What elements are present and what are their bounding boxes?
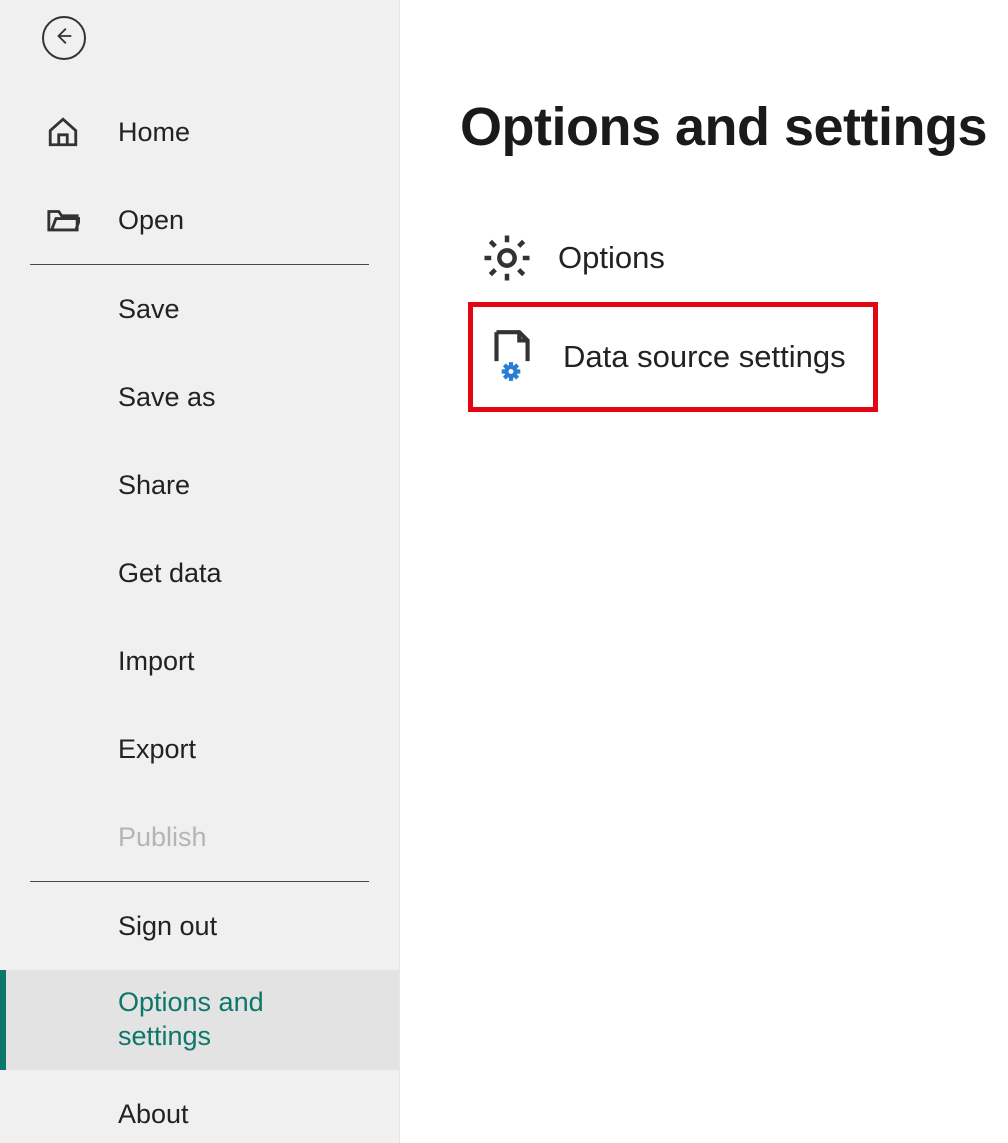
sidebar-item-label: Import	[118, 646, 195, 677]
arrow-left-icon	[53, 25, 75, 52]
folder-open-icon	[46, 205, 118, 235]
option-data-source-settings[interactable]: Data source settings	[477, 313, 869, 401]
back-button[interactable]	[42, 16, 86, 60]
sidebar-item-label: Get data	[118, 558, 222, 589]
sidebar-item-label: Export	[118, 734, 196, 765]
sidebar-item-save-as[interactable]: Save as	[0, 353, 399, 441]
option-options[interactable]: Options	[460, 214, 1008, 302]
document-gear-icon	[485, 328, 563, 386]
sidebar-item-publish: Publish	[0, 793, 399, 881]
sidebar-item-export[interactable]: Export	[0, 705, 399, 793]
sidebar-item-sign-out[interactable]: Sign out	[0, 882, 399, 970]
highlight-annotation: Data source settings	[468, 302, 878, 412]
sidebar-item-label: Share	[118, 470, 190, 501]
sidebar-item-label: Sign out	[118, 911, 217, 942]
sidebar-item-home[interactable]: Home	[0, 88, 399, 176]
home-icon	[46, 115, 118, 149]
sidebar-item-get-data[interactable]: Get data	[0, 529, 399, 617]
sidebar-item-label: About	[118, 1099, 189, 1130]
sidebar-item-label: Save as	[118, 382, 216, 413]
sidebar-item-save[interactable]: Save	[0, 265, 399, 353]
sidebar-item-label: Open	[118, 205, 184, 236]
sidebar-item-about[interactable]: About	[0, 1070, 399, 1143]
option-label: Data source settings	[563, 339, 846, 375]
sidebar-item-label: Options and settings	[118, 986, 348, 1054]
option-label: Options	[558, 240, 665, 276]
gear-icon	[480, 231, 558, 285]
page-title: Options and settings	[460, 96, 1008, 158]
sidebar-item-open[interactable]: Open	[0, 176, 399, 264]
sidebar-item-label: Home	[118, 117, 190, 148]
main-panel: Options and settings Options	[400, 0, 1008, 1143]
sidebar-item-options-and-settings[interactable]: Options and settings	[0, 970, 399, 1070]
sidebar-item-import[interactable]: Import	[0, 617, 399, 705]
file-menu-sidebar: Home Open Save Save as Share Get data Im…	[0, 0, 400, 1143]
sidebar-item-share[interactable]: Share	[0, 441, 399, 529]
sidebar-item-label: Save	[118, 294, 180, 325]
sidebar-item-label: Publish	[118, 822, 207, 853]
